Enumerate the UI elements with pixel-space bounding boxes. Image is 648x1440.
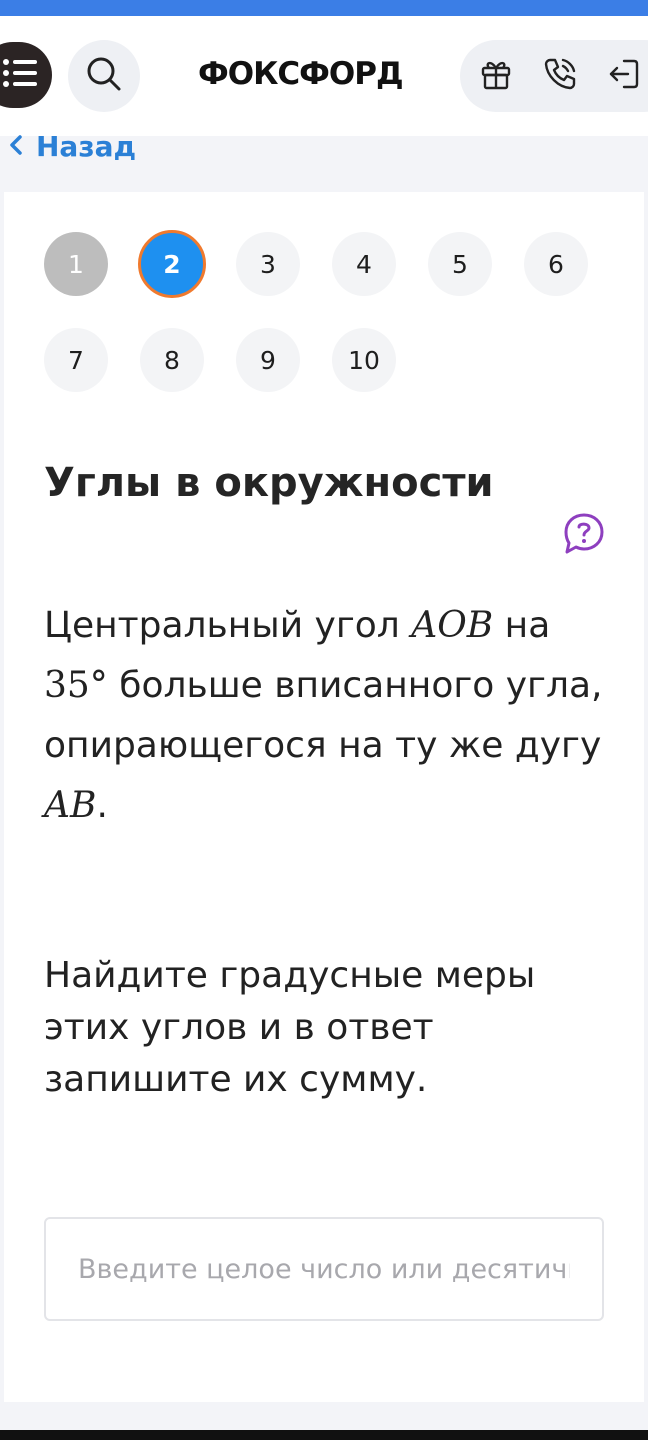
task-text: на xyxy=(493,605,551,646)
phone-button[interactable] xyxy=(540,56,580,96)
task-paragraph-1: Центральный угол AOB на 35° больше вписа… xyxy=(44,596,604,836)
math-35-degrees: 35° xyxy=(44,665,108,706)
back-label: Назад xyxy=(36,129,137,163)
question-number-1[interactable]: 1 xyxy=(44,232,108,296)
task-paragraph-2: Найдите градусные меры этих углов и в от… xyxy=(44,955,536,1100)
header: ФОКСФОРД xyxy=(0,16,648,136)
task-text: . xyxy=(96,785,108,826)
task-text: Центральный угол xyxy=(44,605,412,646)
chevron-left-icon xyxy=(8,130,24,163)
gift-button[interactable] xyxy=(476,56,516,96)
question-number-7[interactable]: 7 xyxy=(44,328,108,392)
help-button[interactable] xyxy=(562,512,606,556)
logo[interactable]: ФОКСФОРД xyxy=(198,56,404,96)
gift-icon xyxy=(479,57,513,95)
logout-button[interactable] xyxy=(604,56,644,96)
phone-icon xyxy=(542,56,578,96)
top-accent-bar xyxy=(0,0,648,16)
task-text: больше вписанного угла, опирающегося на … xyxy=(44,665,603,766)
bottom-bar xyxy=(0,1430,648,1440)
menu-icon xyxy=(0,57,40,93)
search-button[interactable] xyxy=(68,40,140,112)
question-number-4[interactable]: 4 xyxy=(332,232,396,296)
logout-icon xyxy=(606,56,642,96)
question-number-3[interactable]: 3 xyxy=(236,232,300,296)
help-bubble-icon xyxy=(562,513,606,560)
back-link[interactable]: Назад xyxy=(8,128,136,164)
question-number-5[interactable]: 5 xyxy=(428,232,492,296)
menu-button[interactable] xyxy=(0,42,52,108)
question-number-10[interactable]: 10 xyxy=(332,328,396,392)
math-ab: AB xyxy=(44,785,97,826)
answer-input[interactable] xyxy=(44,1217,604,1321)
question-number-2[interactable]: 2 xyxy=(138,230,206,298)
topic-title: Углы в окружности xyxy=(44,460,494,506)
question-number-8[interactable]: 8 xyxy=(140,328,204,392)
math-aob: AOB xyxy=(411,605,494,646)
question-number-6[interactable]: 6 xyxy=(524,232,588,296)
question-number-9[interactable]: 9 xyxy=(236,328,300,392)
task-card: 1 2 3 4 5 6 7 8 9 10 Углы в окружности Ц… xyxy=(4,192,644,1402)
search-icon xyxy=(85,55,123,97)
header-actions xyxy=(460,40,648,112)
